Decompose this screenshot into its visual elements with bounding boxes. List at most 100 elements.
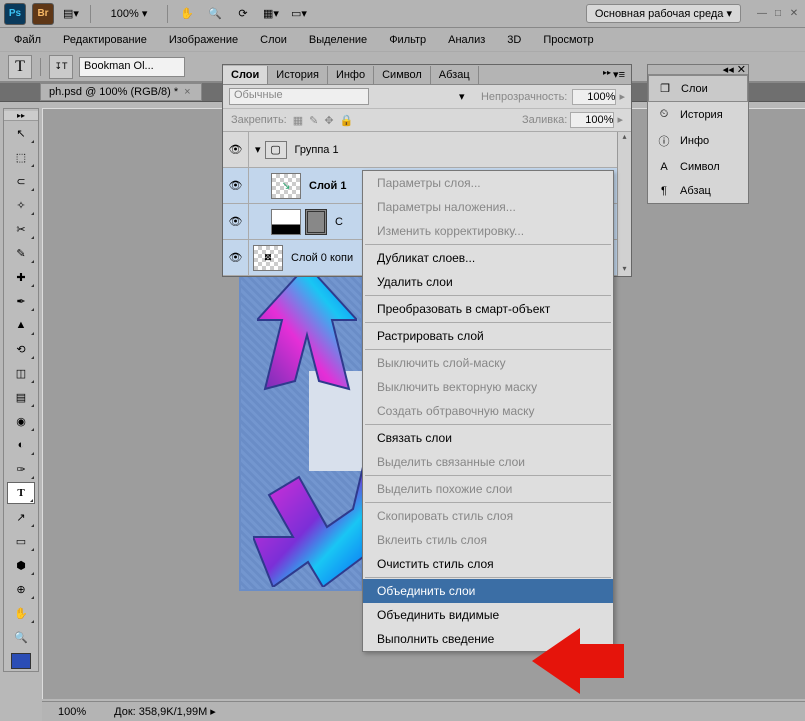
menu-edit[interactable]: Редактирование: [59, 32, 151, 48]
dodge-tool[interactable]: ◐: [7, 434, 35, 456]
hand-tool[interactable]: ✋: [7, 602, 35, 624]
layer-name[interactable]: Слой 1: [309, 180, 346, 192]
menu-3d[interactable]: 3D: [503, 32, 525, 48]
tool-preset-icon[interactable]: T: [8, 55, 32, 79]
ps-logo-icon[interactable]: Ps: [4, 3, 26, 25]
pen-tool[interactable]: ✑: [7, 458, 35, 480]
context-menu-item[interactable]: Преобразовать в смарт-объект: [363, 297, 613, 321]
layers-scrollbar[interactable]: ▴ ▾: [617, 132, 631, 276]
lock-image-icon[interactable]: ✎: [309, 114, 318, 127]
mini-bridge-icon[interactable]: ▤▾: [60, 3, 82, 25]
blend-mode-select[interactable]: Обычные: [229, 88, 369, 105]
history-brush-tool[interactable]: ⟲: [7, 338, 35, 360]
scroll-up-icon[interactable]: ▴: [619, 132, 631, 144]
crop-tool[interactable]: ✂: [7, 218, 35, 240]
rotate-view-icon[interactable]: ⟳: [232, 3, 254, 25]
status-doc-size[interactable]: Док: 358,9K/1,99M ▸: [108, 705, 222, 718]
shape-tool[interactable]: ▭: [7, 530, 35, 552]
eraser-tool[interactable]: ◫: [7, 362, 35, 384]
panels-dropdown-item[interactable]: ⏲История: [648, 102, 748, 127]
maximize-button[interactable]: □: [771, 7, 785, 21]
text-orientation-icon[interactable]: ↧T: [49, 55, 73, 79]
context-menu-item[interactable]: Объединить видимые: [363, 603, 613, 627]
layer-thumbnail[interactable]: ↘: [271, 173, 301, 199]
eyedropper-tool[interactable]: ✎: [7, 242, 35, 264]
menu-layer[interactable]: Слои: [256, 32, 291, 48]
bridge-logo-icon[interactable]: Br: [32, 3, 54, 25]
visibility-icon[interactable]: 👁: [229, 179, 243, 192]
menu-view[interactable]: Просмотр: [539, 32, 597, 48]
context-menu-item[interactable]: Связать слои: [363, 426, 613, 450]
layer-name[interactable]: С: [335, 216, 343, 228]
menu-select[interactable]: Выделение: [305, 32, 371, 48]
marquee-tool[interactable]: ⬚: [7, 146, 35, 168]
minimize-button[interactable]: —: [755, 7, 769, 21]
layer-thumbnail[interactable]: ✥: [253, 245, 283, 271]
healing-tool[interactable]: ✚: [7, 266, 35, 288]
3d-tool[interactable]: ⬢: [7, 554, 35, 576]
panels-dropdown-item[interactable]: ❐Слои: [648, 75, 748, 102]
foreground-color[interactable]: [11, 653, 31, 669]
zoom-tool-panel[interactable]: 🔍: [7, 626, 35, 648]
arrange-docs-icon[interactable]: ▦▾: [260, 3, 282, 25]
context-menu-item[interactable]: Дубликат слоев...: [363, 246, 613, 270]
visibility-icon[interactable]: 👁: [229, 143, 243, 156]
panel-collapse-icon[interactable]: ▸▸: [603, 68, 611, 81]
gradient-tool[interactable]: ▤: [7, 386, 35, 408]
zoom-tool-icon[interactable]: 🔍: [204, 3, 226, 25]
panel-icon: ⓘ: [656, 133, 672, 149]
dropdown-collapse-icon[interactable]: ◂◂ ✕: [723, 63, 746, 76]
close-button[interactable]: ✕: [787, 7, 801, 21]
path-select-tool[interactable]: ↗: [7, 506, 35, 528]
hand-tool-icon[interactable]: ✋: [176, 3, 198, 25]
magic-wand-tool[interactable]: ✧: [7, 194, 35, 216]
menu-filter[interactable]: Фильтр: [385, 32, 430, 48]
context-menu-item[interactable]: Очистить стиль слоя: [363, 552, 613, 576]
panels-dropdown-item[interactable]: ¶Абзац: [648, 179, 748, 203]
document-tab[interactable]: ph.psd @ 100% (RGB/8) * ×: [40, 83, 202, 101]
document-canvas[interactable]: [239, 255, 363, 591]
panels-dropdown-item[interactable]: AСимвол: [648, 155, 748, 179]
panel-tab-layers[interactable]: Слои: [223, 66, 268, 84]
close-tab-icon[interactable]: ×: [184, 86, 190, 98]
expand-icon[interactable]: ▾: [255, 143, 261, 156]
visibility-icon[interactable]: 👁: [229, 251, 243, 264]
brush-tool[interactable]: ✒: [7, 290, 35, 312]
panel-tab-para[interactable]: Абзац: [431, 66, 479, 84]
menu-analysis[interactable]: Анализ: [444, 32, 489, 48]
blur-tool[interactable]: ◉: [7, 410, 35, 432]
scroll-down-icon[interactable]: ▾: [619, 264, 631, 276]
layer-thumbnail[interactable]: [271, 209, 301, 235]
context-menu-item[interactable]: Растрировать слой: [363, 324, 613, 348]
context-menu-item[interactable]: Объединить слои: [363, 579, 613, 603]
zoom-dropdown[interactable]: 100% ▾: [99, 7, 159, 20]
font-family-select[interactable]: Bookman Ol...: [79, 57, 185, 77]
layer-group-row[interactable]: 👁 ▾ ▢ Группа 1: [223, 132, 631, 168]
mask-thumbnail[interactable]: [305, 209, 327, 235]
panel-menu-icon[interactable]: ▾≡: [613, 68, 625, 81]
layer-name[interactable]: Группа 1: [295, 144, 339, 156]
context-menu-item[interactable]: Удалить слои: [363, 270, 613, 294]
panel-tab-info[interactable]: Инфо: [328, 66, 374, 84]
lock-position-icon[interactable]: ✥: [324, 114, 333, 127]
lasso-tool[interactable]: ⊂: [7, 170, 35, 192]
workspace-switcher[interactable]: Основная рабочая среда ▾: [586, 4, 741, 23]
opacity-input[interactable]: [572, 89, 616, 105]
stamp-tool[interactable]: ▲: [7, 314, 35, 336]
screen-mode-icon[interactable]: ▭▾: [288, 3, 310, 25]
status-zoom[interactable]: 100%: [52, 706, 92, 718]
panel-collapse-icon[interactable]: ▸▸: [13, 111, 29, 121]
lock-all-icon[interactable]: 🔒: [340, 114, 354, 127]
lock-transparency-icon[interactable]: ▦: [293, 114, 303, 127]
panel-tab-history[interactable]: История: [268, 66, 328, 84]
panel-tab-char[interactable]: Символ: [374, 66, 431, 84]
move-tool[interactable]: ↖: [7, 122, 35, 144]
menu-file[interactable]: Файл: [10, 32, 45, 48]
fill-input[interactable]: [570, 112, 614, 128]
3d-camera-tool[interactable]: ⊕: [7, 578, 35, 600]
panels-dropdown-item[interactable]: ⓘИнфо: [648, 127, 748, 155]
type-tool[interactable]: T: [7, 482, 35, 504]
menu-image[interactable]: Изображение: [165, 32, 242, 48]
visibility-icon[interactable]: 👁: [229, 215, 243, 228]
layer-name[interactable]: Слой 0 копи: [291, 252, 353, 264]
